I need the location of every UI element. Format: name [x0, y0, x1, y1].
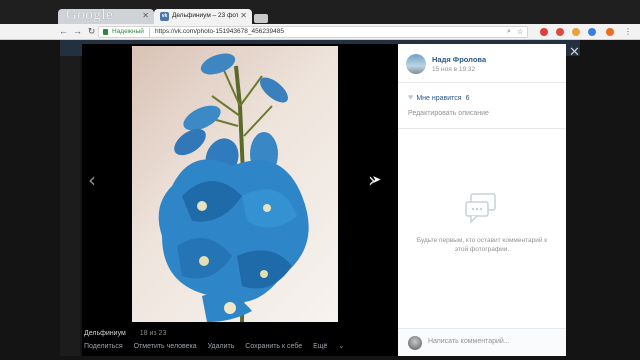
photo-counter: 18 из 23: [139, 330, 167, 337]
tab-vk-title: Дельфиниум – 23 фото: [172, 12, 238, 19]
more-menu[interactable]: Ещё ⌄: [313, 343, 353, 350]
divider: [398, 82, 566, 83]
comment-input[interactable]: Написать комментарий...: [428, 338, 510, 345]
address-bar[interactable]: Надежный https://vk.com/photo-151943678_…: [98, 26, 528, 38]
star-icon[interactable]: ☆: [517, 28, 523, 36]
like-button[interactable]: ♥ Мне нравится 6: [408, 92, 469, 102]
url-text[interactable]: https://vk.com/photo-151943678_456239485: [155, 28, 284, 35]
close-icon[interactable]: ✕: [569, 44, 580, 60]
vk-favicon-icon: vk: [160, 12, 169, 21]
no-comments-text: Будьте первым, кто оставит комментарий к…: [416, 237, 548, 253]
like-count: 6: [465, 95, 470, 102]
vk-sidebar: [60, 56, 80, 356]
photo-caption: Дельфиниум 18 из 23: [84, 330, 166, 337]
heart-icon: ♥: [408, 92, 414, 102]
more-label: Ещё: [313, 343, 328, 350]
author-name[interactable]: Надя Фролова: [432, 55, 486, 64]
browser-tabbar: Google ✕ vk Дельфиниум – 23 фото ✕: [0, 0, 640, 24]
avatar[interactable]: [406, 54, 426, 74]
tag-person-link[interactable]: Отметить человека: [134, 343, 197, 350]
mouse-cursor-icon: ➤: [372, 174, 382, 186]
photo-album-title: Дельфиниум: [84, 330, 126, 337]
tab-google-label: Google: [66, 7, 114, 23]
tab-google[interactable]: Google ✕: [58, 7, 154, 24]
browser-toolbar: ← → ↻ Надежный https://vk.com/photo-1519…: [0, 24, 640, 40]
share-link[interactable]: Поделиться: [84, 343, 123, 350]
delphinium-flower-image: [158, 53, 309, 322]
reload-icon[interactable]: ↻: [86, 26, 97, 37]
extension-icon[interactable]: [572, 28, 580, 36]
photo-actions: Поделиться Отметить человека Удалить Сох…: [84, 342, 362, 350]
comment-bar: Написать комментарий...: [398, 328, 566, 356]
tab-vk-photo[interactable]: vk Дельфиниум – 23 фото ✕: [154, 9, 252, 24]
edit-description-link[interactable]: Редактировать описание: [408, 110, 489, 117]
close-tab-icon[interactable]: ✕: [142, 11, 149, 20]
avatar: [408, 336, 422, 350]
extension-icon[interactable]: [588, 28, 596, 36]
comments-empty-icon: [465, 193, 496, 224]
search-icon[interactable]: ⌕: [507, 28, 511, 36]
divider: [398, 128, 566, 129]
lock-icon: [103, 29, 108, 35]
photo-info-panel: Надя Фролова 15 ноя в 19:32 ♥ Мне нравитс…: [398, 44, 566, 356]
browser-menu-icon[interactable]: ⋮: [624, 27, 632, 36]
back-icon[interactable]: ←: [58, 26, 69, 37]
forward-icon[interactable]: →: [72, 26, 83, 37]
chevron-left-icon[interactable]: ‹: [88, 168, 96, 192]
extension-icon[interactable]: [540, 28, 548, 36]
close-tab-icon[interactable]: ✕: [240, 11, 247, 20]
extension-icon[interactable]: [606, 28, 614, 36]
save-to-self-link[interactable]: Сохранить к себе: [245, 343, 302, 350]
delete-link[interactable]: Удалить: [208, 343, 235, 350]
chevron-down-icon: ⌄: [338, 343, 345, 350]
secure-label: Надежный: [112, 28, 144, 35]
extension-icon[interactable]: [556, 28, 564, 36]
post-date[interactable]: 15 ноя в 19:32: [432, 66, 475, 73]
photo-image[interactable]: [132, 46, 338, 322]
new-tab-button[interactable]: [254, 14, 268, 23]
like-label: Мне нравится: [416, 95, 462, 102]
omnibox-divider: [149, 28, 150, 37]
